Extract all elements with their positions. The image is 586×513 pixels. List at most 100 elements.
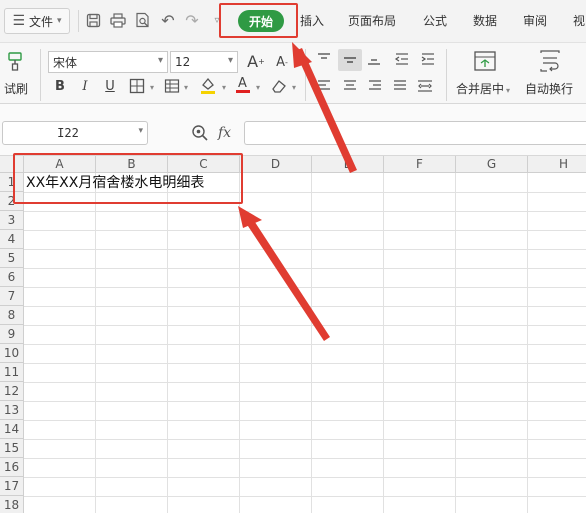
- font-size-value: 12: [175, 55, 191, 69]
- row-header-13[interactable]: 13: [0, 401, 24, 420]
- wrap-text-label[interactable]: 自动换行: [525, 80, 573, 97]
- font-name-select[interactable]: 宋体 ▾: [48, 51, 168, 73]
- wrap-text-icon[interactable]: [537, 49, 563, 73]
- indent-decrease-icon[interactable]: [392, 49, 412, 69]
- gridline: [167, 173, 168, 513]
- row-header-2[interactable]: 2: [0, 192, 24, 211]
- row-header-5[interactable]: 5: [0, 249, 24, 268]
- gridline: [455, 173, 456, 513]
- align-center-icon[interactable]: [340, 76, 360, 96]
- ribbon: 试刷 宋体 ▾ 12 ▾ A + A- B I U ▾ ▾ ▾ A ▾ ▾ 合并…: [0, 42, 586, 104]
- font-size-select[interactable]: 12 ▾: [170, 51, 238, 73]
- clear-format-icon[interactable]: [269, 76, 289, 96]
- divider: [446, 49, 447, 101]
- hamburger-icon: ☰: [12, 13, 25, 29]
- chevron-down-icon[interactable]: ▾: [256, 83, 260, 92]
- column-header-b[interactable]: B: [96, 156, 168, 173]
- zoom-icon[interactable]: [191, 124, 209, 142]
- gridline: [24, 496, 586, 497]
- italic-icon[interactable]: I: [75, 76, 95, 96]
- formula-input[interactable]: [244, 121, 586, 145]
- cell-a1[interactable]: XX年XX月宿舍楼水电明细表: [26, 174, 204, 193]
- function-icon[interactable]: fx: [218, 125, 231, 141]
- chevron-down-icon[interactable]: ▾: [292, 83, 296, 92]
- bold-icon[interactable]: B: [50, 76, 70, 96]
- fill-color-icon[interactable]: [198, 75, 218, 95]
- tab-page-layout[interactable]: 页面布局: [348, 12, 396, 29]
- column-header-g[interactable]: G: [456, 156, 528, 173]
- gridline: [24, 401, 586, 402]
- tab-data[interactable]: 数据: [473, 12, 497, 29]
- row-header-17[interactable]: 17: [0, 477, 24, 496]
- redo-icon[interactable]: ↷: [183, 11, 201, 30]
- divider: [305, 49, 306, 101]
- merge-center-button[interactable]: 合并居中 ▾: [456, 80, 510, 97]
- tab-insert[interactable]: 插入: [300, 12, 324, 29]
- align-right-icon[interactable]: [365, 76, 385, 96]
- spreadsheet-grid[interactable]: A B C D E F G H 1 2 3 4 5 6 7 8 9 10 11 …: [0, 156, 586, 513]
- row-header-1[interactable]: 1: [0, 173, 24, 192]
- increase-font-size-icon[interactable]: A +: [246, 51, 266, 71]
- row-header-4[interactable]: 4: [0, 230, 24, 249]
- tab-view[interactable]: 视: [573, 12, 585, 29]
- justify-icon[interactable]: [390, 76, 410, 96]
- align-top-icon[interactable]: [314, 49, 334, 69]
- column-header-d[interactable]: D: [240, 156, 312, 173]
- quick-access-dropdown-icon[interactable]: ▿: [208, 11, 226, 29]
- font-color-icon[interactable]: A: [233, 74, 253, 94]
- file-menu-button[interactable]: ☰ 文件 ▾: [4, 8, 70, 34]
- gridline: [24, 306, 586, 307]
- row-header-3[interactable]: 3: [0, 211, 24, 230]
- row-header-10[interactable]: 10: [0, 344, 24, 363]
- row-header-14[interactable]: 14: [0, 420, 24, 439]
- indent-increase-icon[interactable]: [418, 49, 438, 69]
- row-header-7[interactable]: 7: [0, 287, 24, 306]
- merge-center-icon[interactable]: [472, 49, 498, 73]
- tab-formula[interactable]: 公式: [423, 12, 447, 29]
- align-middle-icon[interactable]: [338, 49, 362, 71]
- row-header-12[interactable]: 12: [0, 382, 24, 401]
- align-bottom-icon[interactable]: [364, 49, 384, 69]
- column-header-f[interactable]: F: [384, 156, 456, 173]
- column-header-e[interactable]: E: [312, 156, 384, 173]
- chevron-down-icon: ▾: [157, 55, 163, 66]
- format-painter-icon[interactable]: [5, 51, 25, 71]
- gridline: [95, 173, 96, 513]
- print-preview-icon[interactable]: [134, 11, 152, 29]
- column-header-a[interactable]: A: [24, 156, 96, 173]
- undo-icon[interactable]: ↶: [159, 11, 177, 30]
- row-header-11[interactable]: 11: [0, 363, 24, 382]
- save-icon[interactable]: [84, 11, 102, 29]
- name-box[interactable]: I22 ▾: [2, 121, 148, 145]
- format-painter-label[interactable]: 试刷: [4, 80, 28, 97]
- tab-review[interactable]: 审阅: [523, 12, 547, 29]
- decrease-font-size-icon[interactable]: A-: [272, 52, 292, 72]
- chevron-down-icon[interactable]: ▾: [150, 83, 154, 92]
- select-all-corner[interactable]: [0, 156, 24, 173]
- gridline: [383, 173, 384, 513]
- print-icon[interactable]: [109, 11, 127, 29]
- row-header-6[interactable]: 6: [0, 268, 24, 287]
- chevron-down-icon[interactable]: ▾: [138, 126, 143, 136]
- distributed-align-icon[interactable]: [415, 76, 435, 96]
- conditional-format-icon[interactable]: [162, 76, 182, 96]
- underline-icon[interactable]: U: [100, 76, 120, 96]
- row-header-18[interactable]: 18: [0, 496, 24, 513]
- gridline: [24, 230, 586, 231]
- column-header-h[interactable]: H: [528, 156, 586, 173]
- chevron-down-icon: ▾: [227, 55, 233, 66]
- tab-start[interactable]: 开始: [238, 10, 284, 32]
- column-header-c[interactable]: C: [168, 156, 240, 173]
- row-header-16[interactable]: 16: [0, 458, 24, 477]
- gridline: [24, 344, 586, 345]
- row-header-8[interactable]: 8: [0, 306, 24, 325]
- merge-center-label: 合并居中: [456, 82, 505, 96]
- align-left-icon[interactable]: [314, 76, 334, 96]
- gridline: [24, 268, 586, 269]
- borders-icon[interactable]: [127, 76, 147, 96]
- chevron-down-icon[interactable]: ▾: [184, 83, 188, 92]
- chevron-down-icon[interactable]: ▾: [222, 83, 226, 92]
- row-header-9[interactable]: 9: [0, 325, 24, 344]
- gridline: [24, 325, 586, 326]
- row-header-15[interactable]: 15: [0, 439, 24, 458]
